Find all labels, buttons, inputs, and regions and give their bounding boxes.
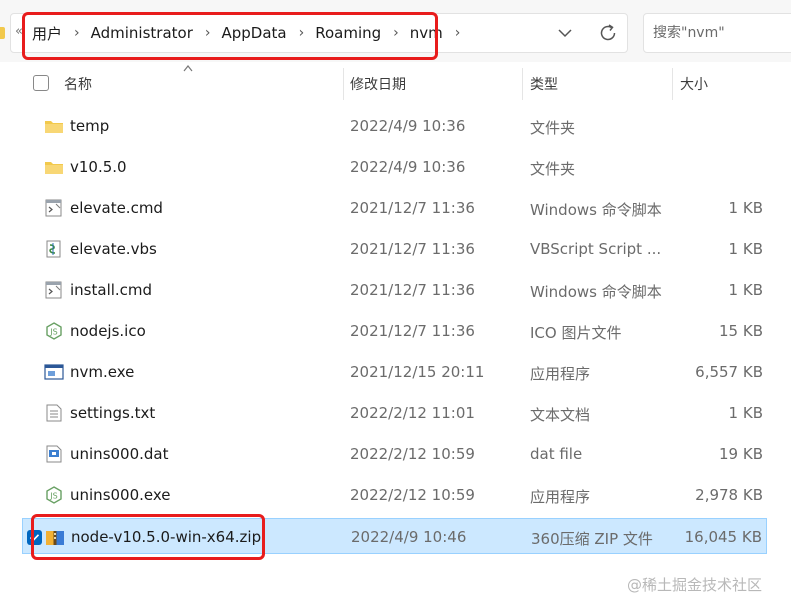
sort-ascending-icon [183, 65, 193, 72]
nodejs-icon: JS [44, 486, 64, 504]
file-type: 文件夹 [530, 119, 576, 137]
chevron-right-icon[interactable]: › [74, 25, 80, 41]
file-name: elevate.vbs [70, 240, 157, 258]
exe-window-icon [44, 363, 64, 381]
row-checkbox-checked[interactable] [27, 530, 42, 545]
file-type: 文本文档 [530, 406, 591, 424]
file-date: 2022/2/12 11:01 [350, 404, 475, 422]
breadcrumb-item-administrator[interactable]: Administrator [91, 24, 193, 42]
file-row[interactable]: settings.txt 2022/2/12 11:01 文本文档 1 KB [22, 395, 767, 431]
file-type: 文件夹 [530, 160, 576, 178]
file-date: 2021/12/15 20:11 [350, 363, 485, 381]
file-size: 1 KB [728, 281, 763, 299]
file-row[interactable]: v10.5.0 2022/4/9 10:36 文件夹 [22, 149, 767, 185]
file-size: 16,045 KB [684, 528, 762, 546]
file-type: 应用程序 [530, 365, 591, 383]
breadcrumb-overflow[interactable]: « [15, 24, 23, 39]
column-header-size[interactable]: 大小 [680, 74, 708, 94]
breadcrumb-item-appdata[interactable]: AppData [222, 24, 287, 42]
folder-icon [44, 117, 64, 135]
breadcrumb-item-nvm[interactable]: nvm [410, 24, 443, 42]
file-size: 1 KB [728, 404, 763, 422]
folder-icon [0, 27, 5, 39]
svg-text:JS: JS [49, 492, 57, 501]
column-divider[interactable] [672, 68, 673, 100]
chevron-right-icon[interactable]: › [205, 25, 211, 41]
file-size: 1 KB [728, 199, 763, 217]
file-size: 2,978 KB [695, 486, 763, 504]
file-name: settings.txt [70, 404, 156, 422]
breadcrumb: 用户 › Administrator › AppData › Roaming ›… [32, 14, 471, 52]
text-file-icon [44, 404, 64, 422]
breadcrumb-item-users[interactable]: 用户 [32, 23, 62, 44]
file-row[interactable]: JS nodejs.ico 2021/12/7 11:36 ICO 图片文件 1… [22, 313, 767, 349]
file-type: 360压缩 ZIP 文件 [531, 530, 653, 548]
column-header-name[interactable]: 名称 [64, 74, 92, 94]
vbs-file-icon [44, 240, 64, 258]
cmd-file-icon [44, 199, 64, 217]
file-date: 2022/4/9 10:46 [351, 528, 467, 546]
nodejs-icon: JS [44, 322, 64, 340]
file-name: unins000.dat [70, 445, 169, 463]
chevron-down-icon[interactable] [553, 21, 577, 45]
chevron-right-icon[interactable]: › [455, 25, 461, 41]
file-type: Windows 命令脚本 [530, 201, 662, 219]
file-type: 应用程序 [530, 488, 591, 506]
file-row[interactable]: temp 2022/4/9 10:36 文件夹 [22, 108, 767, 144]
file-row[interactable]: unins000.dat 2022/2/12 10:59 dat file 19… [22, 436, 767, 472]
svg-text:JS: JS [49, 328, 57, 337]
file-size: 19 KB [719, 445, 763, 463]
breadcrumb-item-roaming[interactable]: Roaming [315, 24, 381, 42]
file-row[interactable]: nvm.exe 2021/12/15 20:11 应用程序 6,557 KB [22, 354, 767, 390]
cmd-file-icon [44, 281, 64, 299]
file-name: nodejs.ico [70, 322, 146, 340]
folder-icon [44, 158, 64, 176]
dat-file-icon [44, 445, 64, 463]
file-name: install.cmd [70, 281, 153, 299]
address-strip: « 用户 › Administrator › AppData › Roaming… [0, 0, 791, 62]
file-date: 2022/4/9 10:36 [350, 158, 466, 176]
file-row[interactable]: elevate.vbs 2021/12/7 11:36 VBScript Scr… [22, 231, 767, 267]
file-row[interactable]: install.cmd 2021/12/7 11:36 Windows 命令脚本… [22, 272, 767, 308]
file-name: node-v10.5.0-win-x64.zip [71, 528, 262, 546]
file-row[interactable]: elevate.cmd 2021/12/7 11:36 Windows 命令脚本… [22, 190, 767, 226]
file-date: 2021/12/7 11:36 [350, 240, 475, 258]
file-name: elevate.cmd [70, 199, 163, 217]
file-type: VBScript Script ... [530, 240, 662, 258]
file-date: 2021/12/7 11:36 [350, 199, 475, 217]
search-input[interactable]: 搜索"nvm" [643, 13, 791, 53]
file-date: 2021/12/7 11:36 [350, 281, 475, 299]
file-date: 2022/2/12 10:59 [350, 486, 475, 504]
column-header-date[interactable]: 修改日期 [350, 74, 406, 94]
chevron-right-icon[interactable]: › [393, 25, 399, 41]
file-type: dat file [530, 445, 583, 463]
file-type: ICO 图片文件 [530, 324, 622, 342]
file-name: nvm.exe [70, 363, 135, 381]
file-date: 2022/2/12 10:59 [350, 445, 475, 463]
file-date: 2021/12/7 11:36 [350, 322, 475, 340]
column-divider[interactable] [522, 68, 523, 100]
file-size: 1 KB [728, 240, 763, 258]
file-row[interactable]: JS unins000.exe 2022/2/12 10:59 应用程序 2,9… [22, 477, 767, 513]
file-date: 2022/4/9 10:36 [350, 117, 466, 135]
refresh-icon[interactable] [596, 21, 620, 45]
zip-archive-icon [45, 528, 65, 546]
file-size: 15 KB [719, 322, 763, 340]
file-size: 6,557 KB [695, 363, 763, 381]
column-divider[interactable] [343, 68, 344, 100]
file-row-selected[interactable]: node-v10.5.0-win-x64.zip 2022/4/9 10:46 … [22, 518, 767, 554]
file-type: Windows 命令脚本 [530, 283, 662, 301]
select-all-checkbox[interactable] [33, 75, 49, 91]
file-name: unins000.exe [70, 486, 171, 504]
chevron-right-icon[interactable]: › [299, 25, 305, 41]
column-header-type[interactable]: 类型 [530, 74, 558, 94]
file-name: v10.5.0 [70, 158, 127, 176]
watermark-text: @稀土掘金技术社区 [627, 576, 763, 594]
file-name: temp [70, 117, 110, 135]
address-bar[interactable]: « 用户 › Administrator › AppData › Roaming… [10, 13, 628, 53]
